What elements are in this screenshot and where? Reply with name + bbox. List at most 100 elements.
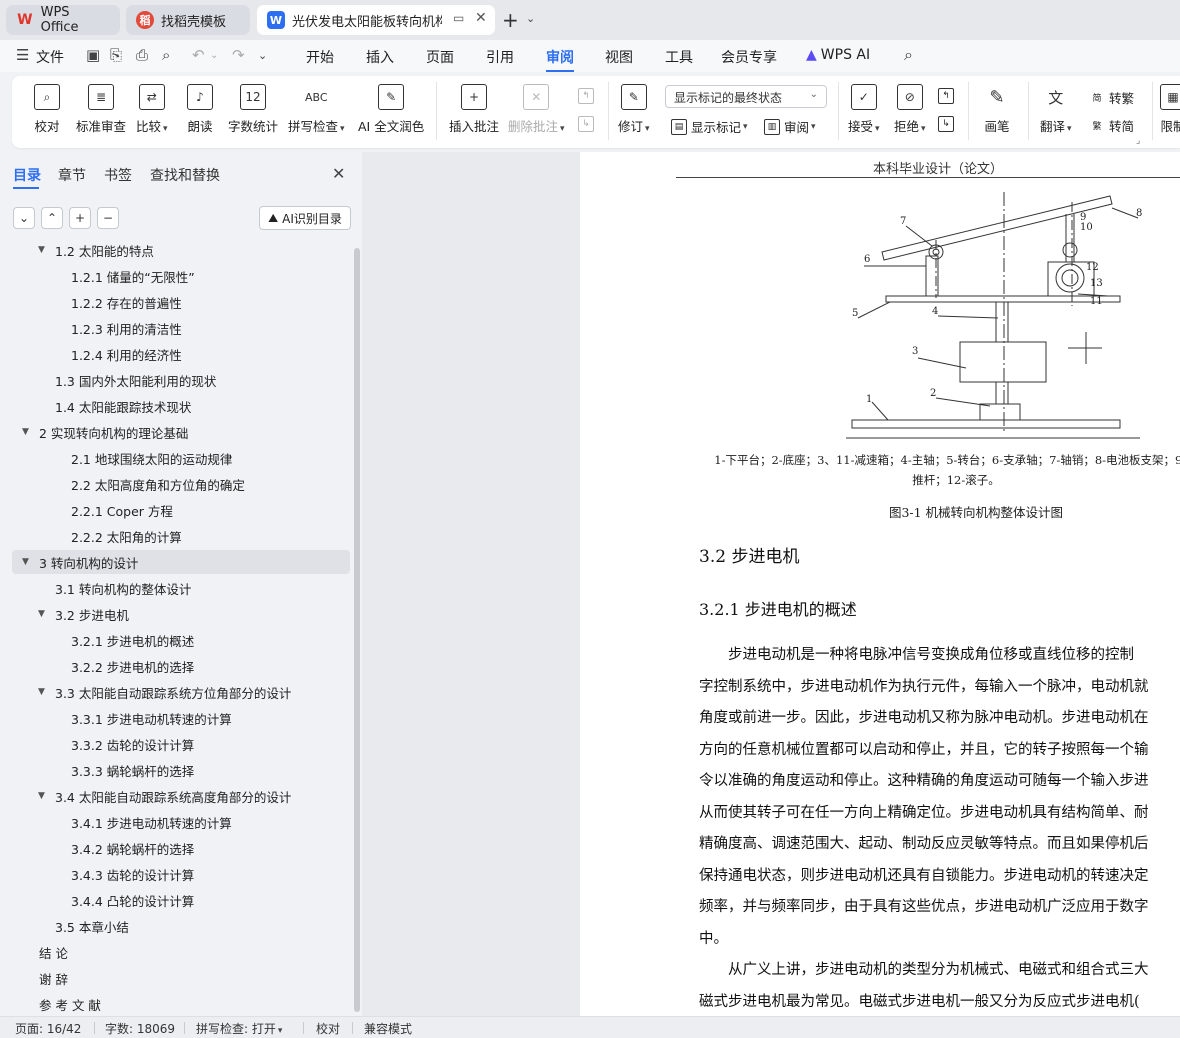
- save-icon[interactable]: ▣: [86, 46, 100, 64]
- nav-tab-find-replace[interactable]: 查找和替换: [150, 165, 220, 185]
- menu-insert[interactable]: 插入: [366, 47, 394, 67]
- ribbon-launcher-icon[interactable]: ⌟: [1136, 136, 1140, 146]
- print-icon[interactable]: ⎙: [136, 46, 148, 64]
- undo-icon[interactable]: ↶: [192, 46, 205, 64]
- monitor-icon[interactable]: ▭: [453, 11, 464, 25]
- delete-comment-button[interactable]: ✕ 删除批注 ▾: [508, 84, 565, 135]
- toc-item[interactable]: 1.4 太阳能跟踪技术现状: [12, 394, 350, 418]
- toc-item[interactable]: ▼ 3.2 步进电机: [12, 602, 350, 626]
- toc-item[interactable]: 3.3.1 步进电动机转速的计算: [12, 706, 350, 730]
- toc-item[interactable]: 3.4.4 凸轮的设计计算: [12, 888, 350, 912]
- toc-item[interactable]: 1.2.4 利用的经济性: [12, 342, 350, 366]
- toc-item[interactable]: 结 论: [12, 940, 350, 964]
- toc-item[interactable]: 1.2.2 存在的普遍性: [12, 290, 350, 314]
- tab-list-chevron-icon[interactable]: ⌄: [526, 12, 535, 25]
- menu-membership[interactable]: 会员专享: [721, 47, 777, 67]
- menu-home[interactable]: 开始: [306, 47, 334, 67]
- toc-item[interactable]: 3.3.3 蜗轮蜗杆的选择: [12, 758, 350, 782]
- toc-item[interactable]: 3.2.2 步进电机的选择: [12, 654, 350, 678]
- new-tab-plus-icon[interactable]: +: [502, 8, 519, 32]
- tab-wps-office[interactable]: W WPS Office: [6, 5, 120, 35]
- hamburger-icon[interactable]: ☰: [16, 46, 29, 64]
- next-change-icon[interactable]: ↳: [938, 116, 958, 132]
- toc-item[interactable]: 1.2.3 利用的清洁性: [12, 316, 350, 340]
- spell-check-button[interactable]: ABC 拼写检查 ▾: [288, 84, 345, 135]
- add-heading-icon[interactable]: +: [69, 207, 91, 229]
- to-traditional-button[interactable]: 简转繁: [1089, 88, 1134, 107]
- expand-arrow-icon[interactable]: ▼: [38, 791, 50, 801]
- proof-status[interactable]: 校对: [316, 1020, 340, 1037]
- ai-polish-button[interactable]: ✎ AI 全文润色: [358, 84, 424, 135]
- insert-comment-button[interactable]: + 插入批注: [449, 84, 499, 135]
- menu-wps-ai[interactable]: ▲ WPS AI: [806, 47, 870, 63]
- nav-tab-bookmarks[interactable]: 书签: [104, 165, 132, 185]
- export-icon[interactable]: ⎘: [110, 46, 122, 64]
- collapse-down-icon[interactable]: ⌄: [13, 207, 35, 229]
- print-preview-icon[interactable]: ⌕: [162, 46, 170, 64]
- expand-arrow-icon[interactable]: ▼: [38, 609, 50, 619]
- show-markup-button[interactable]: ▤ 显示标记 ▾: [671, 117, 748, 136]
- toc-item[interactable]: 3.4.3 齿轮的设计计算: [12, 862, 350, 886]
- menu-file[interactable]: 文件: [36, 47, 64, 67]
- track-changes-button[interactable]: ✎ 修订 ▾: [618, 84, 650, 135]
- proofread-button[interactable]: ⌕ 校对: [34, 84, 60, 135]
- menu-review[interactable]: 审阅: [546, 47, 574, 67]
- search-icon[interactable]: ⌕: [904, 45, 913, 65]
- document-page[interactable]: 本科毕业设计（论文） 1 2 3 4 5 6 7 8 9 10 11 12 13…: [580, 152, 1180, 1016]
- toc-item[interactable]: 参 考 文 献: [12, 992, 350, 1016]
- expand-arrow-icon[interactable]: ▼: [38, 687, 50, 697]
- remove-heading-icon[interactable]: −: [97, 207, 119, 229]
- translate-button[interactable]: 文 翻译 ▾: [1040, 84, 1072, 135]
- toc-item[interactable]: ▼ 2 实现转向机构的理论基础: [12, 420, 350, 444]
- expand-arrow-icon[interactable]: ▼: [22, 557, 34, 567]
- toc-item[interactable]: ▼ 1.2 太阳能的特点: [12, 242, 350, 262]
- word-count-button[interactable]: 12 字数统计: [228, 84, 278, 135]
- menu-tools[interactable]: 工具: [665, 47, 693, 67]
- expand-arrow-icon[interactable]: ▼: [38, 245, 50, 255]
- review-pane-button[interactable]: ▥ 审阅 ▾: [764, 117, 816, 136]
- redo-icon[interactable]: ↷: [232, 46, 245, 64]
- word-count-indicator[interactable]: 字数: 18069: [105, 1020, 175, 1037]
- toc-item[interactable]: 3.4.2 蜗轮蜗杆的选择: [12, 836, 350, 860]
- close-icon[interactable]: ✕: [332, 164, 345, 183]
- toc-item[interactable]: ▼ 3.3 太阳能自动跟踪系统方位角部分的设计: [12, 680, 350, 704]
- menu-view[interactable]: 视图: [605, 47, 633, 67]
- toc-item[interactable]: 1.3 国内外太阳能利用的现状: [12, 368, 350, 392]
- read-aloud-button[interactable]: ♪ 朗读: [187, 84, 213, 135]
- scrollbar-thumb[interactable]: [354, 248, 360, 1012]
- toc-item[interactable]: 3.3.2 齿轮的设计计算: [12, 732, 350, 756]
- toc-item[interactable]: 2.2.2 太阳角的计算: [12, 524, 350, 548]
- undo-chevron-icon[interactable]: ⌄: [210, 50, 218, 61]
- body-text[interactable]: 步进电动机是一种将电脉冲信号变换成角位移或直线位移的控制 字控制系统中，步进电动机…: [699, 640, 1180, 1016]
- page-indicator[interactable]: 页面: 16/42: [15, 1020, 81, 1037]
- ai-recognize-toc-button[interactable]: ⛰ AI识别目录: [259, 206, 351, 230]
- toc-item[interactable]: 3.1 转向机构的整体设计: [12, 576, 350, 600]
- tab-daoke-templates[interactable]: 稻 找稻壳模板: [126, 5, 250, 35]
- to-simplified-button[interactable]: 繁转简: [1089, 116, 1134, 135]
- toc-item[interactable]: 2.2 太阳高度角和方位角的确定: [12, 472, 350, 496]
- markup-display-select[interactable]: 显示标记的最终状态 ⌄: [665, 85, 827, 108]
- compare-button[interactable]: ⇄ 比较 ▾: [136, 84, 168, 135]
- toc-item[interactable]: 3.5 本章小结: [12, 914, 350, 938]
- expand-up-icon[interactable]: ⌃: [41, 207, 63, 229]
- previous-comment-icon[interactable]: ↰: [578, 88, 598, 104]
- tab-document[interactable]: W 光伏发电太阳能板转向机构设 ▭ ✕: [257, 5, 495, 35]
- expand-arrow-icon[interactable]: ▼: [22, 427, 34, 437]
- standard-review-button[interactable]: ≣ 标准审查: [76, 84, 126, 135]
- previous-change-icon[interactable]: ↰: [938, 88, 958, 104]
- nav-tab-chapters[interactable]: 章节: [58, 165, 86, 185]
- toc-item[interactable]: 1.2.1 储量的“无限性”: [12, 264, 350, 288]
- reject-button[interactable]: ⊘ 拒绝 ▾: [894, 84, 926, 135]
- toc-item[interactable]: 2.1 地球围绕太阳的运动规律: [12, 446, 350, 470]
- toc-item[interactable]: ▼ 3 转向机构的设计: [12, 550, 350, 574]
- restrict-editing-button[interactable]: ▦ 限制: [1160, 84, 1180, 135]
- pen-button[interactable]: ✎ 画笔: [984, 84, 1010, 135]
- toc-item[interactable]: 3.4.1 步进电动机转速的计算: [12, 810, 350, 834]
- toc-item[interactable]: 谢 辞: [12, 966, 350, 990]
- next-comment-icon[interactable]: ↳: [578, 116, 598, 132]
- toc-item[interactable]: 2.2.1 Coper 方程: [12, 498, 350, 522]
- nav-tab-toc[interactable]: 目录: [13, 165, 41, 185]
- quick-access-chevron-icon[interactable]: ⌄: [258, 49, 267, 62]
- menu-page[interactable]: 页面: [426, 47, 454, 67]
- accept-button[interactable]: ✓ 接受 ▾: [848, 84, 880, 135]
